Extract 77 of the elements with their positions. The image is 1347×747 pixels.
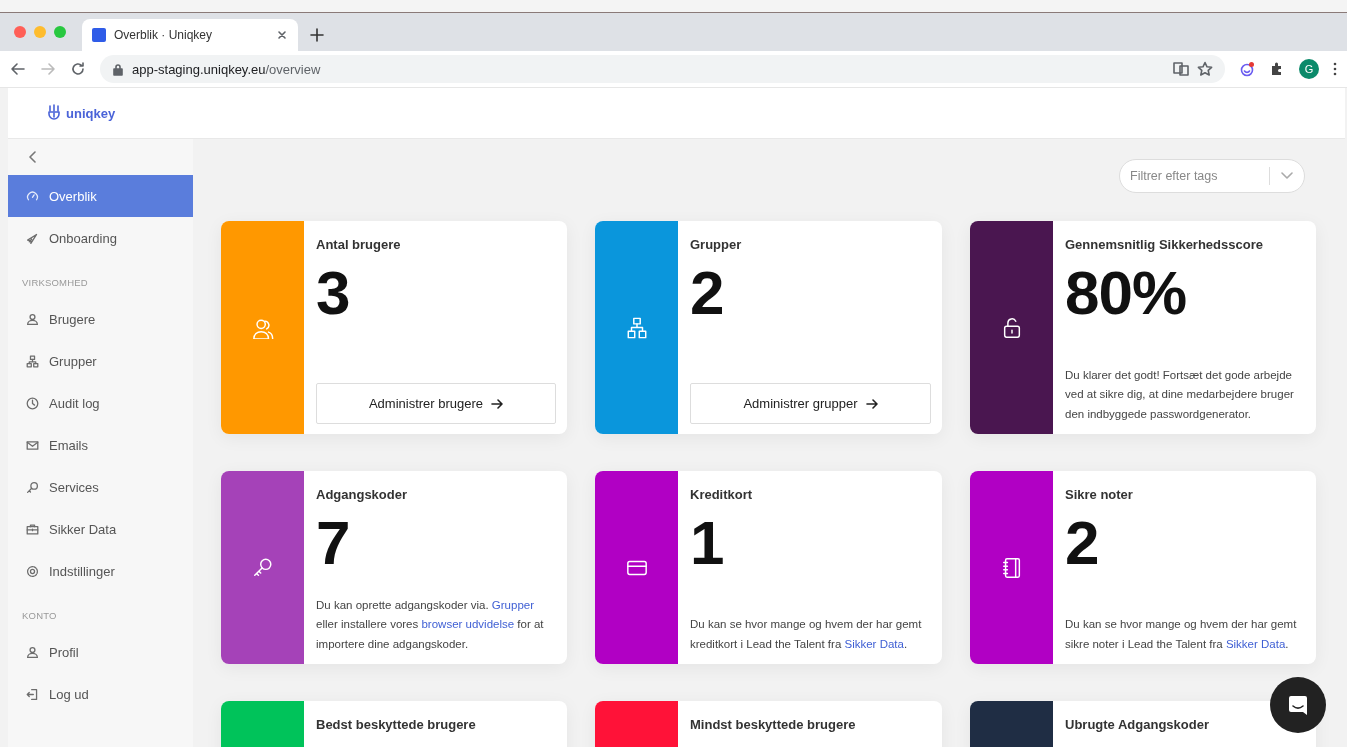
- sidebar-item[interactable]: Brugere: [8, 298, 193, 340]
- window-control-dot[interactable]: [14, 26, 26, 38]
- extension-face-icon: [1239, 61, 1255, 77]
- stat-value: 7: [316, 512, 351, 574]
- stat-value: 3: [316, 262, 351, 324]
- card-description: Du kan oprette adgangskoder via. Grupper eller installere vores browser udvidelse for at importere dine adgangskoder.: [316, 597, 545, 652]
- card-title: Kreditkort: [690, 487, 754, 502]
- notebook-icon: [1000, 556, 1023, 579]
- link[interactable]: Sikker Data: [844, 637, 904, 650]
- reload-icon: [70, 61, 86, 77]
- sidebar-item[interactable]: Emails: [8, 424, 193, 466]
- arrow-right-icon: [491, 397, 504, 410]
- more-menu-icon: [1333, 62, 1337, 76]
- briefcase-icon: [26, 522, 39, 536]
- sidebar-item[interactable]: Profil: [8, 631, 193, 673]
- card-title: Gennemsnitlig Sikkerhedsscore: [1065, 237, 1264, 252]
- stat-value: 1: [690, 512, 725, 574]
- card-title: Ubrugte Adgangskoder: [1065, 717, 1210, 732]
- logo-icon: [46, 104, 62, 122]
- back-arrow-icon: [10, 61, 26, 77]
- key-icon: [251, 556, 274, 579]
- browser-tab[interactable]: Overblik · Uniqkey: [82, 19, 298, 51]
- user-icon: [26, 312, 39, 326]
- manage-button[interactable]: Administrer grupper: [690, 383, 931, 424]
- arrow-right-icon: [865, 397, 878, 410]
- settings-icon: [26, 564, 39, 578]
- section-heading: KONTO: [21, 609, 58, 623]
- sidebar-item[interactable]: Indstillinger: [8, 550, 193, 592]
- key-icon: [26, 480, 39, 494]
- url-text: app-staging.uniqkey.eu/overview: [132, 61, 321, 77]
- sidebar-item[interactable]: Overblik: [8, 175, 193, 217]
- translate-icon: [1173, 61, 1189, 77]
- back-chevron-icon: [28, 151, 37, 163]
- hierarchy-icon: [26, 354, 39, 368]
- stat-value: 2: [690, 262, 725, 324]
- close-icon: [276, 29, 288, 41]
- window-control-dot[interactable]: [34, 26, 46, 38]
- profile-avatar[interactable]: G: [1299, 59, 1319, 79]
- user-icon: [26, 645, 39, 659]
- card-description: Du kan se hvor mange og hvem der har gemt kreditkort i Lead the Talent fra Sikker Data.: [690, 617, 923, 652]
- new-tab-icon: [310, 28, 324, 42]
- star-icon: [1197, 61, 1213, 77]
- section-heading: VIRKSOMHED: [21, 276, 89, 290]
- tag-filter-field[interactable]: Filtrer efter tags: [1119, 159, 1305, 193]
- card-title: Bedst beskyttede brugere: [316, 717, 477, 732]
- logout-icon: [26, 687, 39, 701]
- hierarchy-icon: [625, 316, 648, 339]
- link[interactable]: browser udvidelse: [421, 618, 515, 630]
- sidebar-item[interactable]: Audit log: [8, 382, 193, 424]
- logo[interactable]: uniqkey: [46, 104, 116, 122]
- gauge-icon: [26, 189, 39, 203]
- chat-launcher-button[interactable]: [1270, 677, 1326, 733]
- card-title: Grupper: [690, 237, 743, 252]
- manage-button[interactable]: Administrer brugere: [316, 383, 556, 424]
- envelope-icon: [26, 438, 39, 452]
- chevron-down-icon: [1281, 172, 1293, 180]
- lock-icon: [112, 62, 124, 76]
- sidebar-item[interactable]: Grupper: [8, 340, 193, 382]
- link[interactable]: Grupper: [491, 598, 534, 611]
- stat-value: 2: [1065, 512, 1100, 574]
- card-title: Adgangskoder: [316, 487, 408, 502]
- card-description: Du kan se hvor mange og hvem der har gemt sikre noter i Lead the Talent fra Sikker Data.: [1065, 617, 1298, 652]
- clock-icon: [26, 396, 39, 410]
- sidebar-item[interactable]: Onboarding: [8, 217, 193, 259]
- card-title: Mindst beskyttede brugere: [690, 717, 857, 732]
- favicon-icon: [92, 28, 106, 42]
- stat-value: 80%: [1065, 262, 1188, 324]
- chat-bubble-icon: [1288, 694, 1308, 716]
- window-control-dot[interactable]: [54, 26, 66, 38]
- address-bar[interactable]: app-staging.uniqkey.eu/overview: [100, 55, 1225, 83]
- sidebar-item[interactable]: Sikker Data: [8, 508, 193, 550]
- sidebar-item[interactable]: Services: [8, 466, 193, 508]
- sidebar-item[interactable]: Log ud: [8, 673, 193, 715]
- card-title: Sikre noter: [1065, 487, 1134, 502]
- card-description: Du klarer det godt! Fortsæt det gode arbejde ved at sikre dig, at dine medarbejdere bruger den indbyggede passwordgenerator.: [1065, 367, 1295, 422]
- forward-arrow-icon: [40, 61, 56, 77]
- card-title: Antal brugere: [316, 237, 402, 252]
